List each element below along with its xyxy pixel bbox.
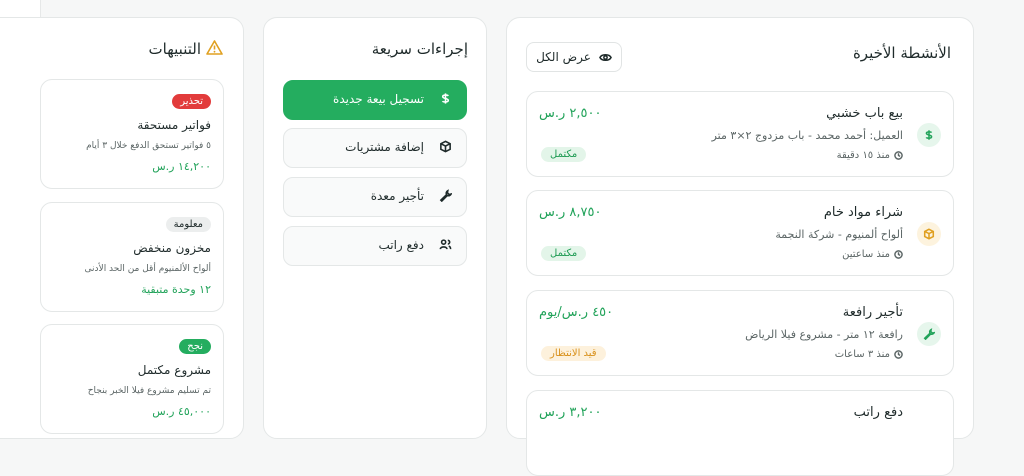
pay-salary-button[interactable]: دفع راتب bbox=[283, 226, 467, 266]
rent-equipment-button[interactable]: تأجير معدة bbox=[283, 177, 467, 217]
alert-badge: نجح bbox=[179, 339, 211, 354]
alert-title: مشروع مكتمل bbox=[137, 363, 211, 377]
alerts-title: التنبيهات bbox=[148, 40, 201, 58]
alert-value: ١٢ وحدة متبقية bbox=[141, 283, 211, 296]
alert-description: ٥ فواتير تستحق الدفع خلال ٣ أيام bbox=[86, 141, 211, 151]
view-all-button[interactable]: عرض الكل bbox=[526, 42, 622, 72]
activity-title: شراء مواد خام bbox=[823, 205, 903, 220]
dollar-icon bbox=[438, 92, 452, 106]
alert-badge: تحذير bbox=[172, 94, 211, 109]
activity-item[interactable]: دفع راتب ٣,٢٠٠ ر.س bbox=[526, 390, 954, 476]
activity-subtitle: رافعة ١٢ متر - مشروع فيلا الرياض bbox=[745, 328, 903, 341]
new-sale-label: تسجيل بيعة جديدة bbox=[333, 92, 424, 106]
activity-amount: ٨,٧٥٠ ر.س bbox=[539, 205, 602, 220]
alert-value: ١٤,٢٠٠ ر.س bbox=[152, 160, 211, 173]
status-badge: قيد الانتظار bbox=[541, 346, 606, 361]
alert-card[interactable]: تحذير فواتير مستحقة ٥ فواتير تستحق الدفع… bbox=[40, 79, 224, 189]
activity-amount: ٤٥٠ ر.س/يوم bbox=[539, 305, 614, 320]
activity-item[interactable]: بيع باب خشبي العميل: أحمد محمد - باب مزد… bbox=[526, 91, 954, 177]
add-purchase-button[interactable]: إضافة مشتريات bbox=[283, 128, 467, 168]
activity-title: بيع باب خشبي bbox=[826, 106, 903, 121]
activity-subtitle: العميل: أحمد محمد - باب مزدوج ٢×٣ متر bbox=[711, 129, 903, 142]
activity-title: تأجير رافعة bbox=[842, 305, 903, 320]
box-icon bbox=[438, 140, 452, 154]
wrench-icon bbox=[438, 189, 453, 203]
activity-amount: ٣,٢٠٠ ر.س bbox=[539, 405, 602, 420]
quick-actions-title: إجراءات سريعة bbox=[371, 40, 468, 58]
box-icon bbox=[917, 222, 941, 246]
dollar-icon bbox=[917, 123, 941, 147]
alert-description: تم تسليم مشروع فيلا الخبر بنجاح bbox=[87, 386, 211, 396]
alert-card[interactable]: نجح مشروع مكتمل تم تسليم مشروع فيلا الخب… bbox=[40, 324, 224, 434]
activity-title: دفع راتب bbox=[853, 405, 903, 420]
activity-item[interactable]: شراء مواد خام ألواح ألمنيوم - شركة النجم… bbox=[526, 190, 954, 276]
alert-badge: معلومة bbox=[165, 217, 211, 232]
status-badge: مكتمل bbox=[541, 246, 587, 261]
clock-icon bbox=[894, 350, 903, 359]
status-badge: مكتمل bbox=[541, 147, 587, 162]
alert-card[interactable]: معلومة مخزون منخفض ألواح الألمنيوم أقل م… bbox=[40, 202, 224, 312]
pay-salary-label: دفع راتب bbox=[378, 238, 424, 252]
warning-icon bbox=[206, 40, 223, 55]
activity-time: منذ ٣ ساعات bbox=[835, 349, 903, 360]
alert-value: ٤٥,٠٠٠ ر.س bbox=[152, 405, 211, 418]
view-all-label: عرض الكل bbox=[536, 50, 591, 64]
activity-time: منذ ساعتين bbox=[842, 249, 903, 260]
recent-activity-title: الأنشطة الأخيرة bbox=[852, 44, 951, 62]
clock-icon bbox=[894, 151, 903, 160]
activity-amount: ٢,٥٠٠ ر.س bbox=[539, 106, 602, 121]
clock-icon bbox=[894, 250, 903, 259]
wrench-icon bbox=[917, 322, 941, 346]
activity-subtitle: ألواح ألمنيوم - شركة النجمة bbox=[775, 228, 903, 241]
alert-title: فواتير مستحقة bbox=[137, 118, 211, 132]
eye-icon bbox=[599, 53, 612, 61]
add-purchase-label: إضافة مشتريات bbox=[345, 140, 424, 154]
rent-equipment-label: تأجير معدة bbox=[370, 189, 424, 203]
alert-description: ألواح الألمنيوم أقل من الحد الأدنى bbox=[84, 264, 211, 274]
new-sale-button[interactable]: تسجيل بيعة جديدة bbox=[283, 80, 467, 120]
activity-time: منذ ١٥ دقيقة bbox=[837, 150, 903, 161]
alert-title: مخزون منخفض bbox=[133, 241, 211, 255]
activity-item[interactable]: تأجير رافعة رافعة ١٢ متر - مشروع فيلا ال… bbox=[526, 290, 954, 376]
users-icon bbox=[438, 238, 452, 252]
